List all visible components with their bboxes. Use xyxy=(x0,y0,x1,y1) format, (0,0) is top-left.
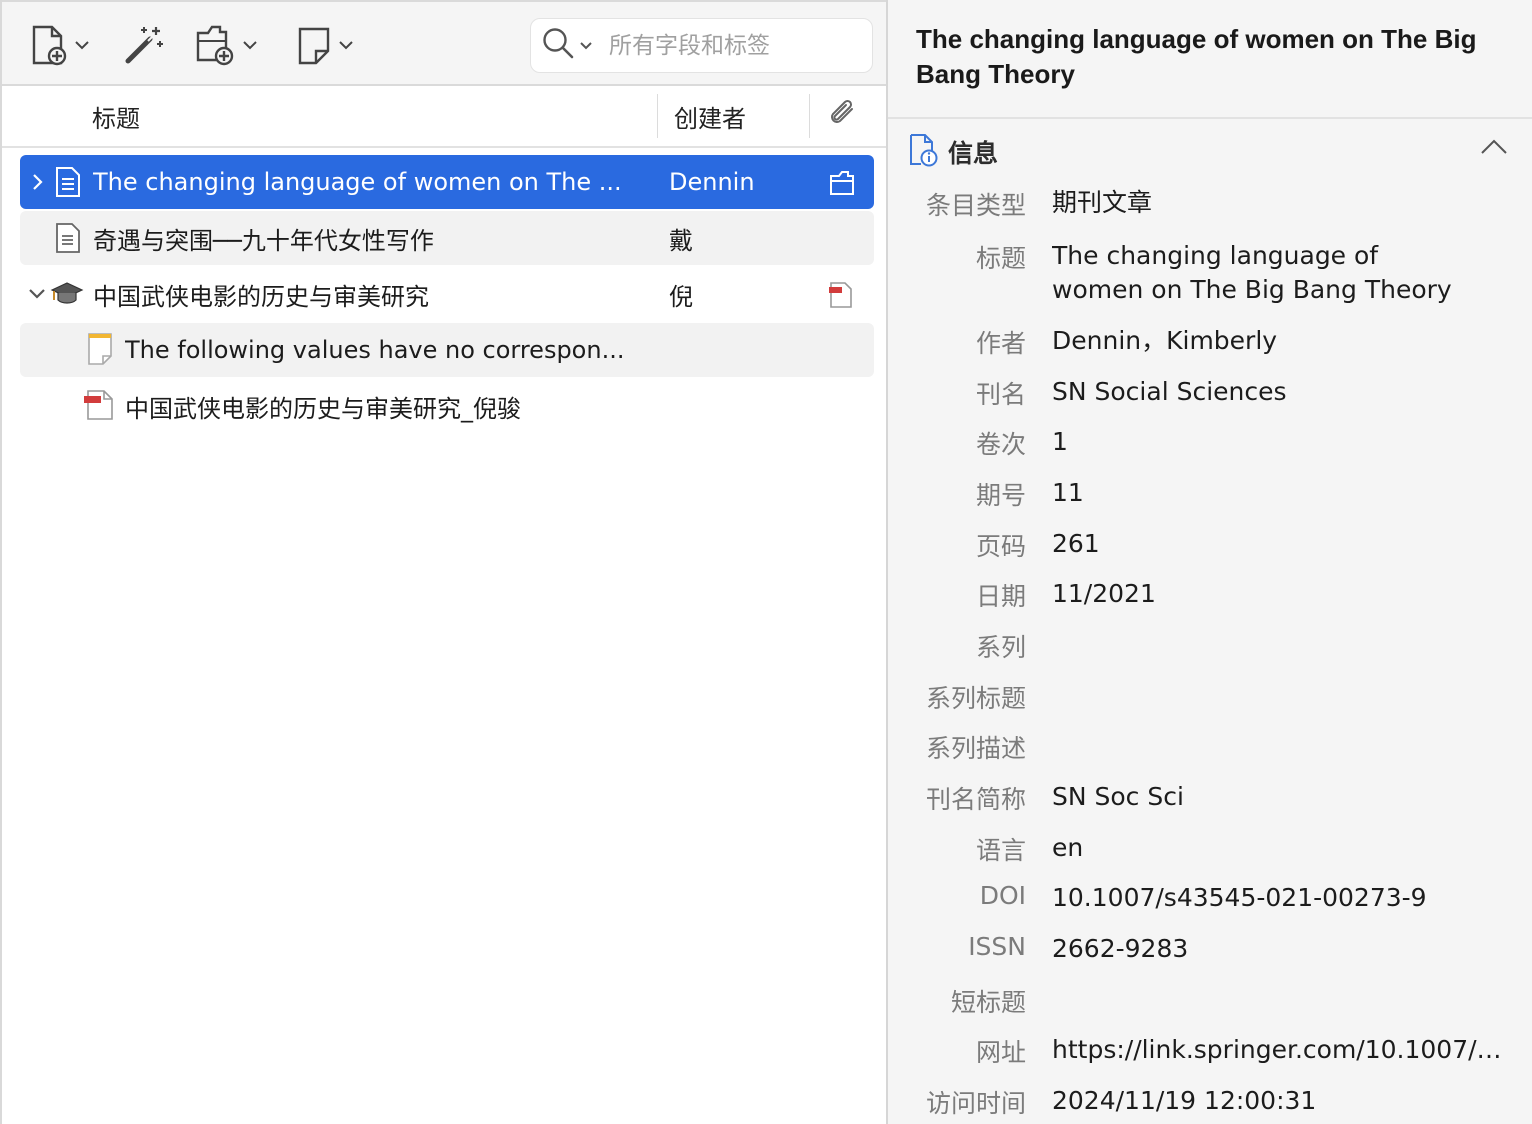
field-label: 期号 xyxy=(975,481,1026,510)
column-divider[interactable] xyxy=(657,94,658,138)
thesis-icon xyxy=(50,280,84,314)
add-attachment-button[interactable] xyxy=(194,20,258,70)
field-label: 条目类型 xyxy=(925,191,1026,220)
search-input[interactable] xyxy=(609,32,859,59)
snapshot-icon[interactable] xyxy=(828,169,856,203)
field-label: 短标题 xyxy=(950,988,1026,1017)
items-toolbar xyxy=(2,0,888,86)
field-label: 网址 xyxy=(975,1038,1026,1067)
add-attachment-icon xyxy=(194,23,236,67)
column-divider[interactable] xyxy=(809,94,810,138)
field-value[interactable]: 2662-9283 xyxy=(1052,932,1512,966)
column-header-title[interactable]: 标题 xyxy=(92,86,140,146)
list-item[interactable]: 奇遇与突围──九十年代女性写作 戴 xyxy=(20,211,874,265)
document-icon xyxy=(54,222,82,260)
field-label: 系列标题 xyxy=(925,684,1026,713)
field-label: 刊名简称 xyxy=(925,785,1026,814)
new-item-icon xyxy=(30,23,68,67)
field-value[interactable]: en xyxy=(1052,831,1512,865)
column-header-attachments[interactable] xyxy=(826,86,858,146)
field-label: 访问时间 xyxy=(925,1089,1026,1118)
field-value[interactable]: 2024/11/19 12:00:31 xyxy=(1052,1084,1512,1118)
divider xyxy=(888,117,1532,119)
item-pane-title: The changing language of women on The Bi… xyxy=(916,24,1477,89)
field-value[interactable]: 10.1007/s43545-021-00273-9 xyxy=(1052,881,1512,915)
item-creator: 倪 xyxy=(669,282,693,311)
list-item[interactable]: The following values have no correspon..… xyxy=(20,323,874,377)
field-label: 页码 xyxy=(975,532,1026,561)
field-label: 日期 xyxy=(975,582,1026,611)
item-title: The changing language of women on The ..… xyxy=(93,168,622,196)
field-label: 卷次 xyxy=(975,430,1026,459)
field-value[interactable]: 1 xyxy=(1052,425,1512,459)
field-value[interactable]: SN Social Sciences xyxy=(1052,375,1512,409)
item-title: 中国武侠电影的历史与审美研究_倪骏 xyxy=(125,394,521,423)
add-by-identifier-button[interactable] xyxy=(122,20,166,70)
chevron-down-icon[interactable] xyxy=(579,37,593,55)
chevron-up-icon[interactable] xyxy=(1480,138,1508,161)
new-note-icon xyxy=(296,23,332,67)
field-value[interactable]: Dennin，Kimberly xyxy=(1052,324,1512,358)
field-value[interactable]: 期刊文章 xyxy=(1052,186,1512,220)
chevron-down-icon xyxy=(242,40,258,50)
field-label: 标题 xyxy=(975,244,1026,273)
note-icon xyxy=(86,331,114,373)
field-label: DOI xyxy=(979,881,1026,910)
list-item[interactable]: 中国武侠电影的历史与审美研究 倪 xyxy=(20,267,874,321)
field-value[interactable]: The changing language of women on The Bi… xyxy=(1052,239,1452,307)
search-icon[interactable] xyxy=(541,26,575,65)
journal-article-icon xyxy=(54,166,82,204)
field-label: 刊名 xyxy=(975,380,1026,409)
chevron-right-icon[interactable] xyxy=(26,169,48,195)
column-header-creator[interactable]: 创建者 xyxy=(674,86,746,146)
new-item-button[interactable] xyxy=(30,20,90,70)
field-label: 语言 xyxy=(975,836,1026,865)
field-label: 系列 xyxy=(975,633,1026,662)
list-item[interactable]: 中国武侠电影的历史与审美研究_倪骏 xyxy=(20,379,874,433)
info-section-label: 信息 xyxy=(948,139,999,168)
item-title: 奇遇与突围──九十年代女性写作 xyxy=(93,226,434,255)
chevron-down-icon xyxy=(338,40,354,50)
field-value[interactable]: 261 xyxy=(1052,527,1512,561)
pdf-icon xyxy=(82,388,116,428)
paperclip-icon xyxy=(826,97,858,135)
info-section-header[interactable]: 信息 xyxy=(908,132,1518,172)
item-detail-pane: The changing language of women on The Bi… xyxy=(886,0,1532,1124)
chevron-down-icon xyxy=(74,40,90,50)
field-label: ISSN xyxy=(968,932,1026,961)
list-item[interactable]: The changing language of women on The ..… xyxy=(20,155,874,209)
new-note-button[interactable] xyxy=(296,20,354,70)
column-header: 标题 创建者 xyxy=(2,86,888,148)
field-value[interactable]: 11 xyxy=(1052,476,1512,510)
magic-wand-icon xyxy=(122,23,166,67)
field-label: 作者 xyxy=(975,329,1026,358)
field-value[interactable]: SN Soc Sci xyxy=(1052,780,1512,814)
items-pane: 标题 创建者 The changing language of women on… xyxy=(0,0,888,1124)
item-creator: Dennin xyxy=(669,168,755,196)
field-value[interactable]: https://link.springer.com/10.1007/s4... xyxy=(1052,1033,1512,1067)
search-box[interactable] xyxy=(530,18,873,73)
pdf-icon[interactable] xyxy=(828,281,854,315)
item-creator: 戴 xyxy=(669,226,693,255)
chevron-down-icon[interactable] xyxy=(26,281,48,307)
item-title: 中国武侠电影的历史与审美研究 xyxy=(93,282,429,311)
field-value[interactable]: 11/2021 xyxy=(1052,577,1512,611)
item-title: The following values have no correspon..… xyxy=(125,336,625,364)
field-label: 系列描述 xyxy=(925,734,1026,763)
info-icon xyxy=(908,133,940,172)
